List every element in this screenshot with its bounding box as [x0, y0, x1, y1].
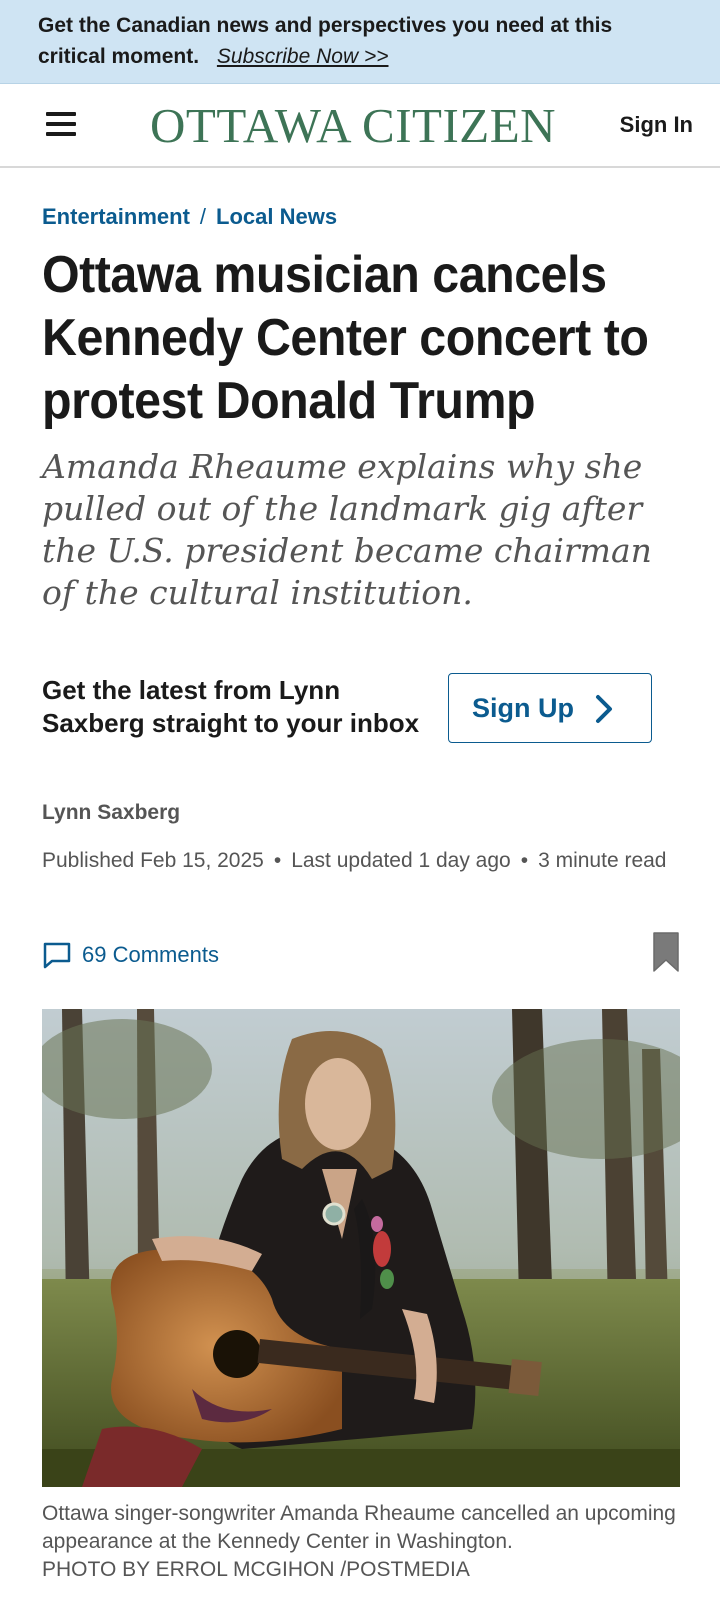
breadcrumb-entertainment-link[interactable]: Entertainment	[42, 204, 190, 229]
sign-up-label: Sign Up	[472, 693, 574, 723]
site-header: Ottawa Citizen Sign In	[0, 84, 720, 168]
sign-in-button[interactable]: Sign In	[620, 110, 693, 140]
photo-credit: PHOTO BY ERROL MCGIHON /POSTMEDIA	[42, 1558, 470, 1581]
read-time: 3 minute read	[538, 849, 667, 872]
subscribe-now-link[interactable]: Subscribe Now >>	[217, 45, 389, 68]
chevron-right-icon	[596, 695, 612, 723]
meta-separator: •	[520, 849, 529, 872]
subscription-promo-banner: Get the Canadian news and perspectives y…	[0, 0, 720, 84]
comment-bubble-icon	[43, 942, 71, 969]
newsletter-prompt: Get the latest from Lynn Saxberg straigh…	[42, 675, 420, 738]
breadcrumb-local-news-link[interactable]: Local News	[216, 204, 337, 229]
newsletter-sign-up-button[interactable]: Sign Up	[448, 673, 652, 743]
breadcrumb-separator: /	[199, 204, 207, 229]
photo-caption: Ottawa singer-songwriter Amanda Rheaume …	[42, 1500, 682, 1584]
site-logo[interactable]: Ottawa Citizen	[150, 98, 570, 154]
article-meta: Published Feb 15, 2025 • Last updated 1 da…	[42, 847, 682, 875]
last-updated: Last updated 1 day ago	[291, 849, 511, 872]
photo-illustration	[42, 1009, 680, 1487]
breadcrumb: Entertainment / Local News	[42, 202, 337, 232]
author-name[interactable]: Lynn Saxberg	[42, 800, 180, 826]
bookmark-icon[interactable]	[652, 931, 680, 973]
hamburger-menu-icon[interactable]	[46, 112, 76, 136]
published-date: Published Feb 15, 2025	[42, 849, 264, 872]
photo-caption-text: Ottawa singer-songwriter Amanda Rheaume …	[42, 1502, 676, 1553]
promo-text-block: Get the Canadian news and perspectives y…	[38, 10, 682, 72]
comments-link[interactable]: 69 Comments	[42, 940, 219, 970]
comments-count: 69 Comments	[82, 942, 219, 967]
article-photo	[42, 1009, 680, 1487]
article-deck: Amanda Rheaume explains why she pulled o…	[42, 447, 652, 612]
meta-separator: •	[273, 849, 282, 872]
article-headline: Ottawa musician cancels Kennedy Center c…	[42, 246, 649, 430]
